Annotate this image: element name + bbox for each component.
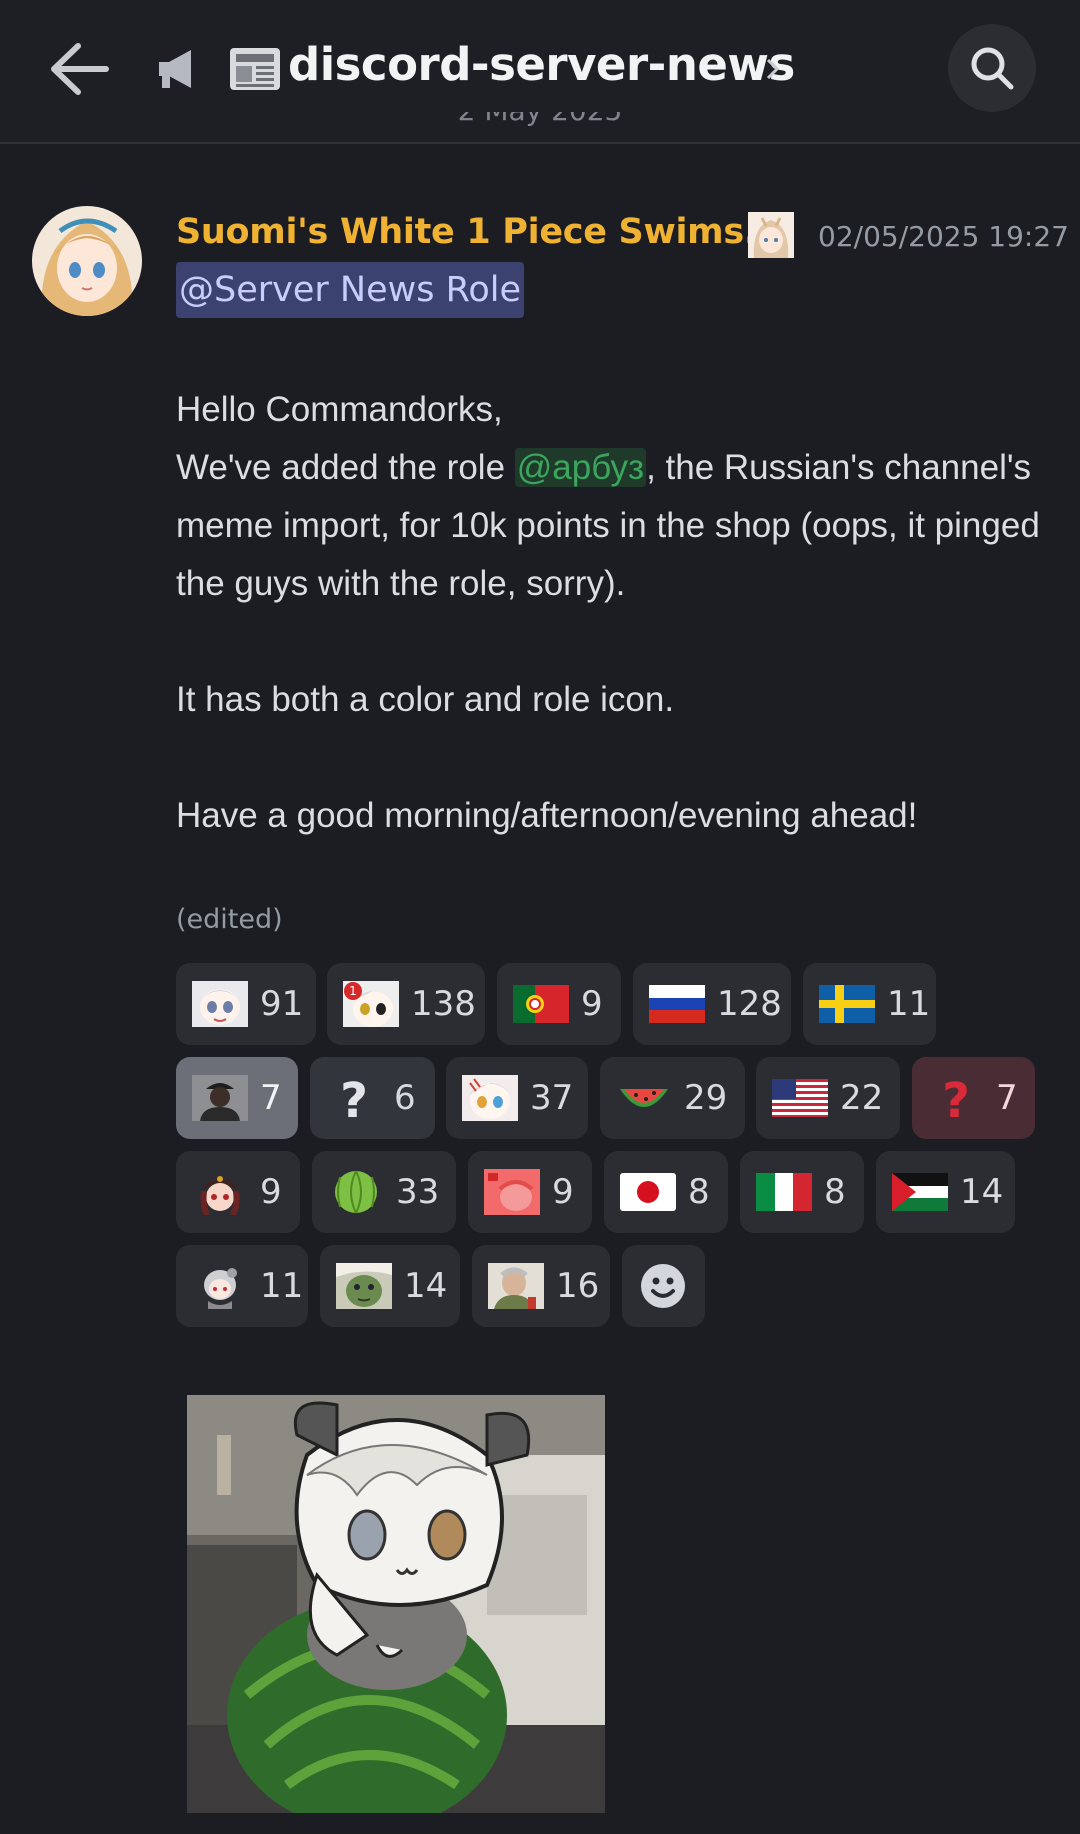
- anime-girl-notification-emoji: 1: [343, 981, 399, 1027]
- red-question-icon: ?: [942, 1075, 970, 1121]
- reaction-button[interactable]: ? 7: [912, 1057, 1035, 1139]
- svg-text:?: ?: [340, 1075, 368, 1121]
- green-face-emoji: [336, 1263, 392, 1309]
- flag-italy-icon: [756, 1173, 812, 1211]
- reaction-button[interactable]: 91: [176, 963, 316, 1045]
- arrow-left-icon[interactable]: [44, 38, 114, 100]
- chevron-right-icon[interactable]: [763, 52, 783, 86]
- ushanka-girl-emoji: [200, 1176, 240, 1215]
- newspaper-icon: [230, 48, 280, 90]
- watermelon-cat-gif: [187, 1395, 605, 1813]
- message-timestamp: 02/05/2025 19:27: [818, 220, 1069, 253]
- reaction-button[interactable]: 37: [446, 1057, 588, 1139]
- reaction-button[interactable]: 16: [472, 1245, 610, 1327]
- reaction-button[interactable]: 11: [803, 963, 936, 1045]
- reaction-button[interactable]: 14: [320, 1245, 460, 1327]
- svg-text:1: 1: [349, 984, 357, 998]
- flag-usa-icon: [772, 1079, 828, 1117]
- reaction-button[interactable]: 29: [600, 1057, 745, 1139]
- reaction-button[interactable]: 9: [468, 1151, 592, 1233]
- flag-portugal-icon: [513, 985, 569, 1023]
- watermelon-slice-icon: [620, 1089, 668, 1107]
- greeting-line: Hello Commandorks,: [176, 390, 503, 429]
- white-question-icon: ?: [340, 1075, 368, 1121]
- role-mention[interactable]: @Server News Role: [176, 262, 525, 318]
- melon-icon: [335, 1170, 377, 1214]
- author-name[interactable]: Suomi's White 1 Piece Swims...: [176, 212, 783, 252]
- reaction-button[interactable]: ? 6: [310, 1057, 435, 1139]
- anime-girl-emoji: [192, 981, 248, 1027]
- search-button[interactable]: [948, 24, 1036, 112]
- message-content: Hello Commandorks, We've added the role …: [176, 381, 1056, 845]
- reaction-button[interactable]: 9: [176, 1151, 300, 1233]
- add-reaction-icon: [641, 1264, 685, 1308]
- channel-title[interactable]: discord-server-news: [288, 38, 795, 91]
- anime-girl-heterochromia-emoji: [462, 1075, 518, 1121]
- flag-palestine-icon: [892, 1173, 948, 1211]
- reaction-button[interactable]: 7: [176, 1057, 298, 1139]
- farewell-paragraph: Have a good morning/afternoon/evening ah…: [176, 796, 918, 835]
- reaction-button[interactable]: 9: [497, 963, 621, 1045]
- date-divider: 2 May 2025: [0, 112, 1080, 146]
- red-poster-emoji: [484, 1169, 540, 1215]
- flag-sweden-icon: [819, 985, 875, 1023]
- svg-text:?: ?: [942, 1075, 970, 1121]
- user-mention[interactable]: @арбуз: [514, 448, 647, 487]
- reaction-button[interactable]: 14: [876, 1151, 1015, 1233]
- icon-paragraph: It has both a color and role icon.: [176, 680, 675, 719]
- add-reaction-button[interactable]: [622, 1245, 705, 1327]
- edited-label: (edited): [176, 904, 283, 935]
- reaction-button[interactable]: 11: [176, 1245, 308, 1327]
- megaphone-icon: [159, 50, 191, 88]
- chibi-girl-emoji: [204, 1268, 237, 1309]
- soldier-emoji: [192, 1075, 248, 1121]
- announcement-paragraph: We've added the role @арбуз, the Russian…: [176, 448, 1040, 603]
- author-avatar[interactable]: [32, 206, 142, 316]
- attachment-image[interactable]: [187, 1395, 605, 1813]
- reaction-button[interactable]: 8: [740, 1151, 864, 1233]
- search-icon: [971, 47, 1014, 90]
- reaction-button[interactable]: 8: [604, 1151, 728, 1233]
- old-soldier-emoji: [488, 1263, 544, 1309]
- role-icon: [748, 212, 794, 258]
- reaction-button[interactable]: 22: [756, 1057, 900, 1139]
- reaction-button[interactable]: 128: [633, 963, 791, 1045]
- flag-japan-icon: [620, 1173, 676, 1211]
- reaction-button[interactable]: 1 138: [327, 963, 485, 1045]
- reaction-button[interactable]: 33: [312, 1151, 456, 1233]
- flag-russia-icon: [649, 985, 705, 1023]
